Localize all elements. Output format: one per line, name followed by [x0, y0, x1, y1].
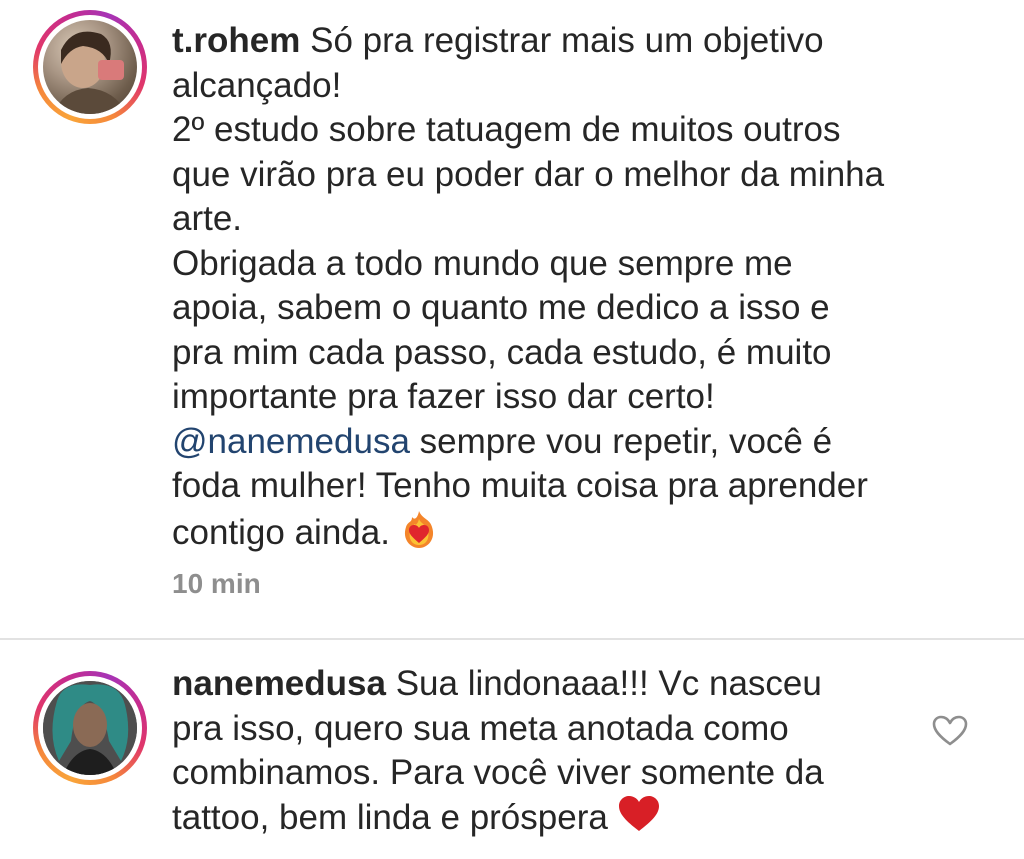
- avatar: [43, 20, 137, 114]
- heart-outline-icon: [932, 715, 968, 746]
- comment-line: alcançado!: [172, 65, 342, 105]
- comment-timestamp: 10 min: [172, 568, 261, 599]
- comment-item: t.rohem Só pra registrar mais um objetiv…: [0, 0, 1024, 640]
- mention-link[interactable]: @nanemedusa: [172, 422, 410, 461]
- comments-screen: t.rohem Só pra registrar mais um objetiv…: [0, 0, 1024, 859]
- comment-line: arte.: [172, 199, 243, 238]
- heart-on-fire-icon: [400, 509, 438, 561]
- comment-line: Sua lindonaaa!!! Vc nasceu: [395, 664, 822, 703]
- comment-line: apoia, sabem o quanto me dedico a isso e: [172, 288, 830, 327]
- comment-line: Só pra registrar mais um objetivo: [310, 21, 824, 60]
- comment-item: nanemedusa Sua lindonaaa!!! Vc nasceu pr…: [0, 641, 1024, 859]
- avatar-story-ring[interactable]: [33, 671, 147, 785]
- comment-line: importante pra fazer isso dar certo!: [172, 377, 715, 416]
- red-heart-icon: [618, 795, 660, 844]
- comment-line: tattoo, bem linda e próspera: [172, 797, 608, 837]
- avatar: [43, 681, 137, 775]
- comment-line: 2º estudo sobre tatuagem de muitos outro…: [172, 110, 841, 149]
- comment-line: Obrigada a todo mundo que sempre me: [172, 243, 793, 283]
- comment-username[interactable]: nanemedusa: [172, 664, 386, 703]
- comment-line: pra isso, quero sua meta anotada como: [172, 708, 789, 748]
- avatar-photo: [43, 681, 137, 775]
- comment-line: pra mim cada passo, cada estudo, é muito: [172, 332, 832, 372]
- avatar-story-ring[interactable]: [33, 10, 147, 124]
- divider: [0, 638, 1024, 640]
- comment-line: sempre vou repetir, você é: [419, 421, 833, 461]
- comment-text: nanemedusa Sua lindonaaa!!! Vc nasceu pr…: [172, 662, 912, 843]
- comment-line: contigo ainda.: [172, 512, 390, 552]
- comment-line: combinamos. Para você viver somente da: [172, 753, 824, 792]
- avatar-photo: [53, 31, 127, 114]
- comment-text: t.rohem Só pra registrar mais um objetiv…: [172, 19, 962, 560]
- comment-line: que virão pra eu poder dar o melhor da m…: [172, 154, 885, 194]
- like-button[interactable]: [930, 711, 970, 751]
- comment-username[interactable]: t.rohem: [172, 21, 300, 60]
- comment-line: foda mulher! Tenho muita coisa pra apren…: [172, 466, 868, 505]
